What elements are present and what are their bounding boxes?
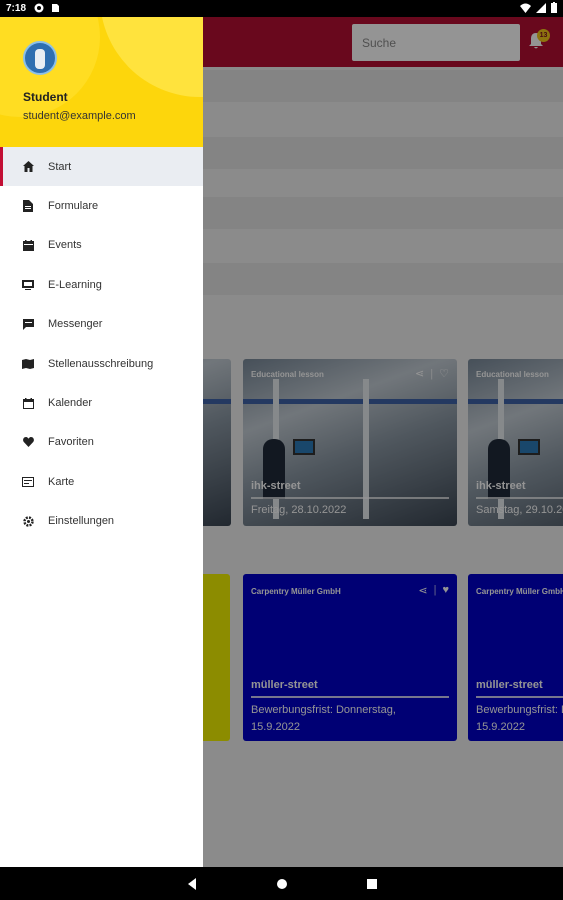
menu-item-favoriten[interactable]: Favoriten	[0, 423, 203, 462]
status-bar: 7:18	[0, 0, 563, 17]
calendar-icon	[22, 397, 34, 409]
drawer-menu: Start Formulare Events E-Learning Messen…	[0, 147, 203, 541]
menu-item-label: Events	[48, 239, 82, 252]
menu-item-e-learning[interactable]: E-Learning	[0, 265, 203, 304]
wifi-icon	[520, 3, 531, 13]
sd-card-icon	[52, 4, 59, 12]
system-nav-bar	[0, 867, 563, 900]
menu-item-label: Formulare	[48, 200, 99, 213]
heart-icon	[22, 436, 34, 448]
navigation-drawer: Student student@example.com Start Formul…	[0, 17, 203, 867]
elearning-icon	[22, 279, 34, 291]
map-icon	[22, 358, 34, 370]
document-icon	[22, 200, 34, 213]
menu-item-label: Kalender	[48, 397, 93, 410]
back-icon[interactable]	[185, 877, 199, 891]
calendar-event-icon	[22, 239, 34, 251]
avatar[interactable]	[23, 41, 57, 75]
status-time: 7:18	[6, 3, 27, 14]
battery-icon	[551, 2, 557, 13]
drawer-header: Student student@example.com	[0, 17, 203, 147]
home-icon	[22, 161, 34, 173]
signal-icon	[536, 2, 546, 13]
menu-item-karte[interactable]: Karte	[0, 462, 203, 501]
menu-item-kalender[interactable]: Kalender	[0, 383, 203, 422]
user-name: Student	[23, 90, 68, 104]
menu-item-einstellungen[interactable]: Einstellungen	[0, 502, 203, 541]
menu-item-label: Favoriten	[48, 436, 94, 449]
map-card-icon	[22, 476, 34, 488]
menu-item-formulare[interactable]: Formulare	[0, 186, 203, 225]
menu-item-stellenausschreibung[interactable]: Stellenausschreibung	[0, 344, 203, 383]
menu-item-label: Karte	[48, 475, 75, 488]
menu-item-label: Einstellungen	[48, 515, 115, 528]
user-email: student@example.com	[23, 110, 136, 122]
app-notification-icon	[34, 3, 44, 13]
gear-icon	[22, 515, 34, 527]
recents-icon[interactable]	[365, 877, 379, 891]
home-nav-icon[interactable]	[275, 877, 289, 891]
menu-item-label: Start	[48, 160, 72, 173]
menu-item-start[interactable]: Start	[0, 147, 203, 187]
menu-item-events[interactable]: Events	[0, 226, 203, 265]
menu-item-label: E-Learning	[48, 278, 102, 291]
menu-item-messenger[interactable]: Messenger	[0, 305, 203, 344]
chat-icon	[22, 318, 34, 330]
menu-item-label: Stellenausschreibung	[48, 357, 154, 370]
menu-item-label: Messenger	[48, 318, 103, 331]
